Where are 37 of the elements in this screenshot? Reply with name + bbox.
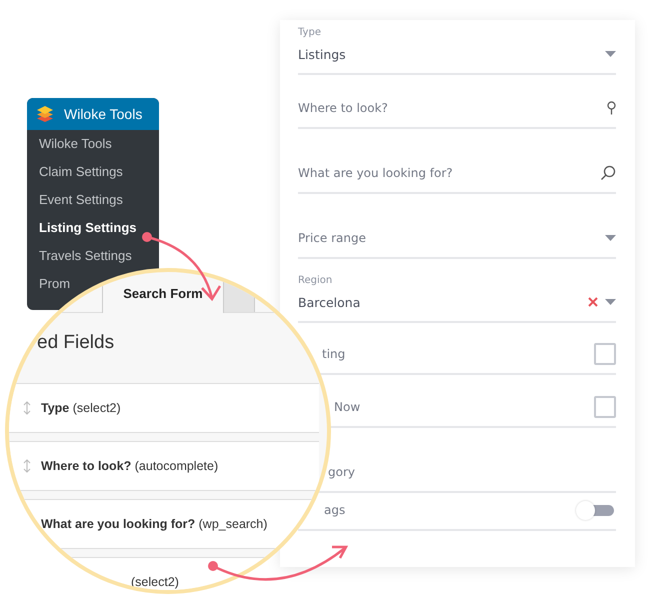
menu-item[interactable]: Listing Settings [27,214,159,242]
menu-item[interactable]: Travels Settings [27,242,159,270]
drag-handle-icon[interactable] [23,401,31,415]
select-value[interactable]: Listings [298,46,346,62]
field-name: (select2) [131,575,179,589]
toggle-switch[interactable] [576,500,616,520]
field-name: Where to look? (autocomplete) [41,459,218,473]
menu-item[interactable]: Wiloke Tools [27,130,159,158]
field-label: Type [298,27,322,38]
field-label: Region [298,275,334,286]
clear-icon[interactable] [588,297,598,307]
field-label: Now [334,400,360,414]
field-name: Type (select2) [41,401,121,415]
search-icon [600,165,616,181]
checkbox[interactable] [594,396,616,418]
dropdown-caret-icon[interactable] [605,235,616,241]
field-name: What are you looking for? (wp_search) [41,517,268,531]
menu-item[interactable]: Prom [39,273,70,295]
field-label: ags [324,503,346,517]
select-value[interactable]: Barcelona [298,294,360,310]
field-label[interactable]: gory [328,465,355,479]
field-row[interactable]: Where to look? (autocomplete) [9,441,319,491]
field-row[interactable]: Type (select2) [9,383,319,433]
select-placeholder[interactable]: Price range [298,231,366,245]
pin-icon [607,101,616,115]
dropdown-caret-icon[interactable] [605,51,616,57]
menu-title: Wiloke Tools [64,106,142,122]
menu-item[interactable]: Event Settings [27,186,159,214]
input-field[interactable]: Where to look? [298,101,607,115]
checkbox[interactable] [594,343,616,365]
tab[interactable]: Search Form [102,275,224,313]
input-field[interactable]: What are you looking for? [298,166,600,180]
menu-item[interactable]: Claim Settings [27,158,159,186]
field-label: ting [322,347,346,361]
dropdown-caret-icon[interactable] [605,299,616,305]
drag-handle-icon[interactable] [23,459,31,473]
layers-icon [36,105,54,123]
